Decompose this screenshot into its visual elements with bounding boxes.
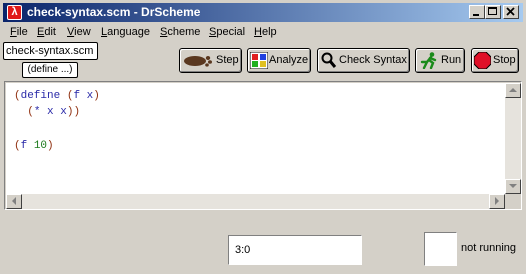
arrow-up-icon [509,88,517,92]
vertical-scrollbar[interactable] [505,83,521,194]
token-identifier: x [47,106,54,118]
maximize-icon [488,7,497,15]
maximize-button[interactable] [485,5,501,19]
minimize-icon [473,14,479,16]
token: )) [66,106,81,118]
token-identifier: x [60,106,67,118]
stop-button[interactable]: Stop [471,48,519,73]
menu-special[interactable]: Special [209,25,245,39]
token-number: 10 [33,140,48,152]
code-editor[interactable]: (define (f x) (* x x)) (f 10) [6,83,505,194]
running-man-icon [420,52,437,69]
menu-help-mnemonic: H [254,26,262,38]
definitions-window: (define (f x) (* x x)) (f 10) [4,81,522,210]
menu-file-label: ile [16,26,28,38]
magnifier-icon [321,52,337,68]
scroll-up-button[interactable] [505,83,521,98]
window-title: check-syntax.scm - DrScheme [27,5,201,19]
step-label: Step [216,54,239,66]
analyze-icon [250,52,268,69]
scroll-corner [505,194,521,209]
minimize-button[interactable] [469,5,485,19]
scroll-down-button[interactable] [505,179,521,194]
run-status-text: not running [461,242,517,254]
menu-scheme[interactable]: Scheme [160,25,200,39]
title-bar[interactable]: λ check-syntax.scm - DrScheme [3,3,523,22]
lambda-icon: λ [7,5,22,20]
step-button[interactable]: Step [179,48,242,73]
stop-icon [474,52,491,69]
stop-label: Stop [493,54,516,66]
menu-special-label: pecial [216,26,246,38]
menu-help-label: elp [261,26,277,38]
token-keyword: define [20,90,61,102]
menu-file[interactable]: File [10,25,28,39]
menu-language-label: anguage [107,26,150,38]
scroll-left-button[interactable] [6,194,22,209]
run-button[interactable]: Run [415,48,465,73]
close-icon [506,7,515,16]
footprint-icon [184,56,212,67]
run-label: Run [441,54,462,66]
menu-view-label: iew [74,26,91,38]
token: ) [93,90,100,102]
arrow-left-icon [12,197,16,205]
cursor-position: 3:0 [228,235,362,265]
menu-edit-label: dit [44,26,56,38]
code-line-2: (* x x)) [14,105,80,119]
menu-scheme-label: cheme [167,26,201,38]
arrow-right-icon [495,197,499,205]
close-button[interactable] [503,5,519,19]
check-syntax-button[interactable]: Check Syntax [317,48,410,73]
token: ( [14,90,21,102]
analyze-label: Analyze [269,54,309,66]
file-name-button[interactable]: check-syntax.scm [3,42,98,60]
menu-view[interactable]: View [67,25,91,39]
code-line-1: (define (f x) [14,89,100,103]
token: ( [27,106,34,118]
horizontal-scrollbar[interactable] [6,194,505,209]
menu-help[interactable]: Help [254,25,277,39]
drscheme-window: λ check-syntax.scm - DrScheme File Edit … [0,0,526,274]
menu-language[interactable]: Language [101,25,150,39]
arrow-down-icon [509,184,517,188]
code-line-4: (f 10) [14,139,54,153]
menu-file-mnemonic: F [10,26,17,38]
token: ( [14,140,21,152]
analyze-button[interactable]: Analyze [247,48,311,73]
scroll-right-button[interactable] [489,194,505,209]
check-syntax-label: Check Syntax [339,54,407,66]
definitions-popup[interactable]: (define ...) [22,62,78,78]
menu-edit[interactable]: Edit [37,25,56,39]
running-indicator [424,232,457,266]
menu-bar: File Edit View Language Scheme Special H… [3,23,523,41]
token: ) [47,140,54,152]
